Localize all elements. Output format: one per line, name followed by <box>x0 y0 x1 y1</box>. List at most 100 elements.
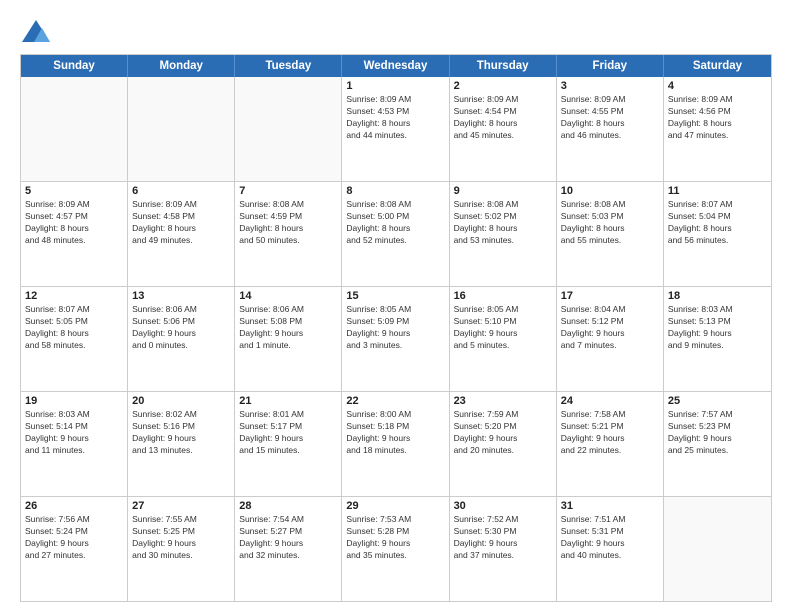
calendar-day-31: 31 Sunrise: 7:51 AM Sunset: 5:31 PM Dayli… <box>557 497 664 601</box>
calendar-day-13: 13 Sunrise: 8:06 AM Sunset: 5:06 PM Dayli… <box>128 287 235 391</box>
day-details: Sunrise: 8:09 AM Sunset: 4:58 PM Dayligh… <box>132 199 230 247</box>
day-details: Sunrise: 8:01 AM Sunset: 5:17 PM Dayligh… <box>239 409 337 457</box>
day-details: Sunrise: 8:06 AM Sunset: 5:08 PM Dayligh… <box>239 304 337 352</box>
day-number: 29 <box>346 500 444 512</box>
day-details: Sunrise: 8:08 AM Sunset: 5:00 PM Dayligh… <box>346 199 444 247</box>
calendar-week-3: 12 Sunrise: 8:07 AM Sunset: 5:05 PM Dayli… <box>21 287 771 392</box>
day-number: 24 <box>561 395 659 407</box>
day-details: Sunrise: 8:07 AM Sunset: 5:04 PM Dayligh… <box>668 199 767 247</box>
calendar-day-10: 10Sunrise: 8:08 AM Sunset: 5:03 PM Dayli… <box>557 182 664 286</box>
day-number: 14 <box>239 290 337 302</box>
day-number: 2 <box>454 80 552 92</box>
day-details: Sunrise: 7:57 AM Sunset: 5:23 PM Dayligh… <box>668 409 767 457</box>
day-number: 11 <box>668 185 767 197</box>
day-number: 23 <box>454 395 552 407</box>
calendar-day-empty <box>21 77 128 181</box>
calendar-week-5: 26 Sunrise: 7:56 AM Sunset: 5:24 PM Dayli… <box>21 497 771 601</box>
calendar-day-14: 14 Sunrise: 8:06 AM Sunset: 5:08 PM Dayli… <box>235 287 342 391</box>
header-day-tuesday: Tuesday <box>235 55 342 77</box>
day-details: Sunrise: 7:53 AM Sunset: 5:28 PM Dayligh… <box>346 514 444 562</box>
calendar-day-17: 17Sunrise: 8:04 AM Sunset: 5:12 PM Dayli… <box>557 287 664 391</box>
day-number: 19 <box>25 395 123 407</box>
day-number: 13 <box>132 290 230 302</box>
header-day-monday: Monday <box>128 55 235 77</box>
day-details: Sunrise: 8:09 AM Sunset: 4:55 PM Dayligh… <box>561 94 659 142</box>
calendar-day-24: 24 Sunrise: 7:58 AM Sunset: 5:21 PM Dayli… <box>557 392 664 496</box>
day-details: Sunrise: 7:55 AM Sunset: 5:25 PM Dayligh… <box>132 514 230 562</box>
calendar-day-25: 25 Sunrise: 7:57 AM Sunset: 5:23 PM Dayli… <box>664 392 771 496</box>
day-details: Sunrise: 8:08 AM Sunset: 5:02 PM Dayligh… <box>454 199 552 247</box>
day-number: 26 <box>25 500 123 512</box>
day-details: Sunrise: 8:09 AM Sunset: 4:56 PM Dayligh… <box>668 94 767 142</box>
calendar-day-19: 19 Sunrise: 8:03 AM Sunset: 5:14 PM Dayli… <box>21 392 128 496</box>
day-details: Sunrise: 8:09 AM Sunset: 4:57 PM Dayligh… <box>25 199 123 247</box>
day-details: Sunrise: 8:03 AM Sunset: 5:14 PM Dayligh… <box>25 409 123 457</box>
calendar-day-empty <box>128 77 235 181</box>
calendar-day-15: 15Sunrise: 8:05 AM Sunset: 5:09 PM Dayli… <box>342 287 449 391</box>
header-day-wednesday: Wednesday <box>342 55 449 77</box>
calendar-header-row: SundayMondayTuesdayWednesdayThursdayFrid… <box>21 55 771 77</box>
day-details: Sunrise: 7:52 AM Sunset: 5:30 PM Dayligh… <box>454 514 552 562</box>
day-number: 5 <box>25 185 123 197</box>
day-number: 28 <box>239 500 337 512</box>
logo <box>20 18 56 46</box>
calendar-day-empty <box>235 77 342 181</box>
calendar-day-2: 2Sunrise: 8:09 AM Sunset: 4:54 PM Daylig… <box>450 77 557 181</box>
logo-icon <box>20 18 52 46</box>
calendar-day-11: 11 Sunrise: 8:07 AM Sunset: 5:04 PM Dayli… <box>664 182 771 286</box>
day-number: 9 <box>454 185 552 197</box>
calendar-day-18: 18Sunrise: 8:03 AM Sunset: 5:13 PM Dayli… <box>664 287 771 391</box>
calendar-day-28: 28 Sunrise: 7:54 AM Sunset: 5:27 PM Dayli… <box>235 497 342 601</box>
header <box>20 18 772 46</box>
calendar-week-1: 1 Sunrise: 8:09 AM Sunset: 4:53 PM Daylig… <box>21 77 771 182</box>
day-details: Sunrise: 8:06 AM Sunset: 5:06 PM Dayligh… <box>132 304 230 352</box>
day-details: Sunrise: 8:08 AM Sunset: 5:03 PM Dayligh… <box>561 199 659 247</box>
calendar-day-12: 12 Sunrise: 8:07 AM Sunset: 5:05 PM Dayli… <box>21 287 128 391</box>
header-day-saturday: Saturday <box>664 55 771 77</box>
day-number: 7 <box>239 185 337 197</box>
day-details: Sunrise: 8:04 AM Sunset: 5:12 PM Dayligh… <box>561 304 659 352</box>
calendar-day-8: 8 Sunrise: 8:08 AM Sunset: 5:00 PM Daylig… <box>342 182 449 286</box>
day-details: Sunrise: 7:51 AM Sunset: 5:31 PM Dayligh… <box>561 514 659 562</box>
calendar-day-21: 21 Sunrise: 8:01 AM Sunset: 5:17 PM Dayli… <box>235 392 342 496</box>
calendar-week-4: 19 Sunrise: 8:03 AM Sunset: 5:14 PM Dayli… <box>21 392 771 497</box>
day-details: Sunrise: 7:58 AM Sunset: 5:21 PM Dayligh… <box>561 409 659 457</box>
day-number: 21 <box>239 395 337 407</box>
calendar-day-4: 4Sunrise: 8:09 AM Sunset: 4:56 PM Daylig… <box>664 77 771 181</box>
header-day-thursday: Thursday <box>450 55 557 77</box>
calendar: SundayMondayTuesdayWednesdayThursdayFrid… <box>20 54 772 602</box>
calendar-week-2: 5 Sunrise: 8:09 AM Sunset: 4:57 PM Daylig… <box>21 182 771 287</box>
calendar-day-3: 3 Sunrise: 8:09 AM Sunset: 4:55 PM Daylig… <box>557 77 664 181</box>
day-number: 16 <box>454 290 552 302</box>
calendar-day-27: 27 Sunrise: 7:55 AM Sunset: 5:25 PM Dayli… <box>128 497 235 601</box>
day-number: 20 <box>132 395 230 407</box>
day-details: Sunrise: 7:54 AM Sunset: 5:27 PM Dayligh… <box>239 514 337 562</box>
calendar-day-23: 23Sunrise: 7:59 AM Sunset: 5:20 PM Dayli… <box>450 392 557 496</box>
calendar-day-22: 22Sunrise: 8:00 AM Sunset: 5:18 PM Dayli… <box>342 392 449 496</box>
calendar-day-7: 7 Sunrise: 8:08 AM Sunset: 4:59 PM Daylig… <box>235 182 342 286</box>
day-number: 18 <box>668 290 767 302</box>
header-day-sunday: Sunday <box>21 55 128 77</box>
day-number: 8 <box>346 185 444 197</box>
day-number: 31 <box>561 500 659 512</box>
day-number: 30 <box>454 500 552 512</box>
calendar-day-20: 20 Sunrise: 8:02 AM Sunset: 5:16 PM Dayli… <box>128 392 235 496</box>
day-details: Sunrise: 8:05 AM Sunset: 5:10 PM Dayligh… <box>454 304 552 352</box>
calendar-day-26: 26 Sunrise: 7:56 AM Sunset: 5:24 PM Dayli… <box>21 497 128 601</box>
day-details: Sunrise: 8:00 AM Sunset: 5:18 PM Dayligh… <box>346 409 444 457</box>
calendar-body: 1 Sunrise: 8:09 AM Sunset: 4:53 PM Daylig… <box>21 77 771 601</box>
day-number: 25 <box>668 395 767 407</box>
calendar-day-empty <box>664 497 771 601</box>
day-details: Sunrise: 8:09 AM Sunset: 4:53 PM Dayligh… <box>346 94 444 142</box>
calendar-day-16: 16 Sunrise: 8:05 AM Sunset: 5:10 PM Dayli… <box>450 287 557 391</box>
day-details: Sunrise: 8:02 AM Sunset: 5:16 PM Dayligh… <box>132 409 230 457</box>
day-number: 1 <box>346 80 444 92</box>
day-number: 27 <box>132 500 230 512</box>
day-details: Sunrise: 8:08 AM Sunset: 4:59 PM Dayligh… <box>239 199 337 247</box>
day-details: Sunrise: 8:07 AM Sunset: 5:05 PM Dayligh… <box>25 304 123 352</box>
day-details: Sunrise: 7:56 AM Sunset: 5:24 PM Dayligh… <box>25 514 123 562</box>
day-details: Sunrise: 8:05 AM Sunset: 5:09 PM Dayligh… <box>346 304 444 352</box>
day-number: 3 <box>561 80 659 92</box>
calendar-day-5: 5 Sunrise: 8:09 AM Sunset: 4:57 PM Daylig… <box>21 182 128 286</box>
day-number: 12 <box>25 290 123 302</box>
